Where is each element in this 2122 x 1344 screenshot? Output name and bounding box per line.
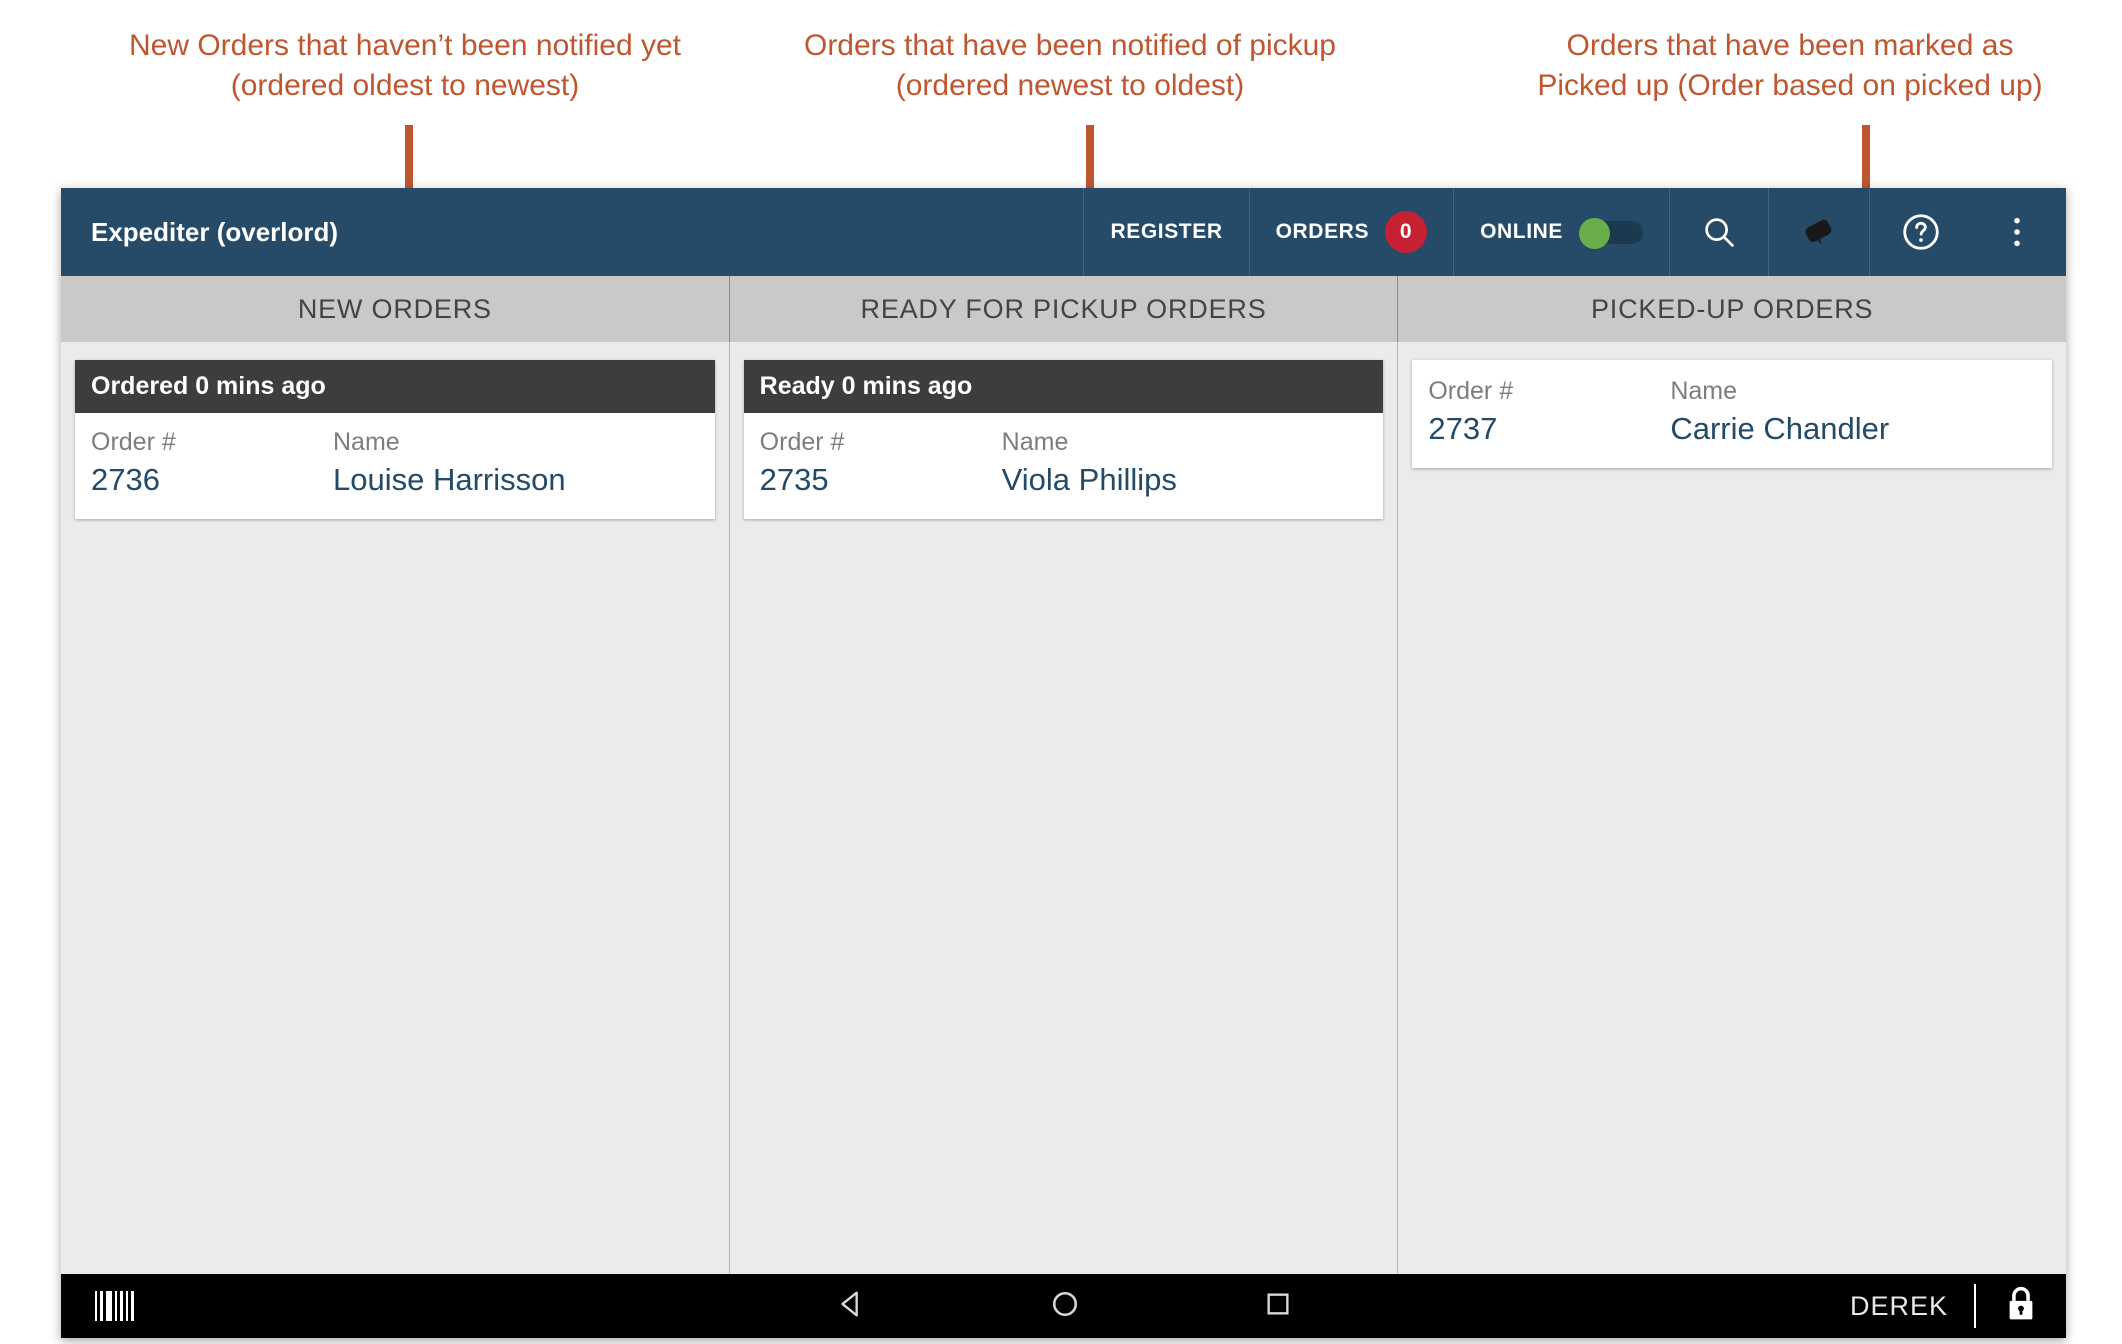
tag-button[interactable]: [1768, 188, 1869, 276]
order-number-value: 2737: [1428, 411, 1498, 446]
online-label: ONLINE: [1480, 220, 1563, 243]
customer-name-field: Name Louise Harrisson: [333, 425, 566, 501]
customer-name-label: Name: [333, 428, 400, 456]
barcode-icon: [95, 1291, 134, 1321]
column-new-orders: Ordered 0 mins ago Order # 2736 Name Lou…: [61, 342, 730, 1274]
help-button[interactable]: [1869, 188, 1972, 276]
orders-label: ORDERS: [1275, 220, 1370, 243]
column-picked-up: Order # 2737 Name Carrie Chandler: [1398, 342, 2066, 1274]
order-columns: Ordered 0 mins ago Order # 2736 Name Lou…: [61, 342, 2066, 1274]
scanner-button[interactable]: [61, 1291, 261, 1321]
overflow-menu-button[interactable]: [1972, 188, 2066, 276]
android-nav-buttons: [61, 1287, 2066, 1326]
order-card-time: Ordered 0 mins ago: [75, 360, 715, 413]
customer-name-value: Viola Phillips: [1001, 462, 1177, 497]
order-card-time: Ready 0 mins ago: [743, 360, 1384, 413]
annotation-new-orders: New Orders that haven’t been notified ye…: [129, 29, 681, 102]
annotation-layer: New Orders that haven’t been notified ye…: [0, 0, 2122, 295]
register-button[interactable]: REGISTER: [1083, 188, 1248, 276]
order-number-value: 2736: [91, 462, 160, 497]
order-number-field: Order # 2737: [1428, 374, 1670, 450]
order-card[interactable]: Order # 2737 Name Carrie Chandler: [1412, 360, 2053, 468]
orders-button[interactable]: ORDERS 0: [1248, 188, 1453, 276]
order-card-body: Order # 2736 Name Louise Harrisson: [75, 413, 715, 519]
register-label: REGISTER: [1110, 220, 1223, 243]
app-title: Expediter (overlord): [91, 216, 339, 247]
tag-icon: [1805, 219, 1832, 246]
online-switch[interactable]: [1579, 218, 1643, 249]
customer-name-field: Name Carrie Chandler: [1670, 374, 1889, 450]
column-ready-for-pickup: Ready 0 mins ago Order # 2735 Name Viola…: [730, 342, 1399, 1274]
help-circle-icon: [1903, 214, 1939, 250]
search-button[interactable]: [1669, 188, 1768, 276]
lock-icon: [2009, 1286, 2033, 1319]
order-number-field: Order # 2735: [760, 425, 1002, 501]
customer-name-field: Name Viola Phillips: [1002, 425, 1177, 501]
order-number-label: Order #: [759, 428, 845, 456]
toggle-knob: [1579, 218, 1610, 249]
annotation-ready-orders: Orders that have been notified of pickup…: [803, 29, 1336, 102]
system-bar-divider: [1974, 1284, 1976, 1328]
app-window: Expediter (overlord) REGISTER ORDERS 0 O…: [61, 188, 2066, 1338]
system-navigation-bar: DEREK: [61, 1274, 2066, 1338]
column-header-picked-up: PICKED-UP ORDERS: [1591, 293, 1874, 324]
column-header-new-orders: NEW ORDERS: [61, 276, 730, 342]
order-number-label: Order #: [91, 428, 176, 456]
customer-name-label: Name: [1670, 377, 1738, 405]
customer-name-value: Carrie Chandler: [1670, 411, 1890, 446]
online-toggle[interactable]: ONLINE: [1453, 188, 1669, 276]
lock-button[interactable]: [2002, 1284, 2040, 1329]
system-bar-right: DEREK: [1850, 1284, 2066, 1329]
logged-in-user: DEREK: [1849, 1290, 1948, 1321]
more-vertical-icon: [2014, 217, 2020, 247]
app-bar: Expediter (overlord) REGISTER ORDERS 0 O…: [61, 188, 2066, 276]
order-number-label: Order #: [1428, 377, 1514, 405]
recents-square-icon: [1266, 1292, 1289, 1315]
order-card[interactable]: Ordered 0 mins ago Order # 2736 Name Lou…: [75, 360, 715, 519]
column-header-ready-for-pickup: READY FOR PICKUP ORDERS: [730, 276, 1399, 342]
order-number-field: Order # 2736: [91, 425, 333, 501]
orders-count-badge: 0: [1385, 211, 1428, 253]
customer-name-value: Louise Harrisson: [333, 462, 566, 497]
home-button[interactable]: [1048, 1287, 1082, 1326]
customer-name-label: Name: [1001, 428, 1069, 456]
home-circle-icon: [1052, 1291, 1077, 1316]
order-card-body: Order # 2737 Name Carrie Chandler: [1412, 360, 2052, 468]
order-number-value: 2735: [759, 462, 829, 497]
search-icon: [1705, 218, 1734, 247]
order-card[interactable]: Ready 0 mins ago Order # 2735 Name Viola…: [743, 360, 1384, 519]
back-button[interactable]: [834, 1287, 868, 1326]
recents-button[interactable]: [1262, 1288, 1294, 1325]
column-header-bar: NEW ORDERS READY FOR PICKUP ORDERS PICKE…: [61, 276, 2066, 342]
annotation-picked-up-orders: Orders that have been marked as Picked u…: [1537, 29, 2043, 102]
order-card-body: Order # 2735 Name Viola Phillips: [744, 413, 1384, 519]
back-triangle-icon: [840, 1290, 858, 1317]
